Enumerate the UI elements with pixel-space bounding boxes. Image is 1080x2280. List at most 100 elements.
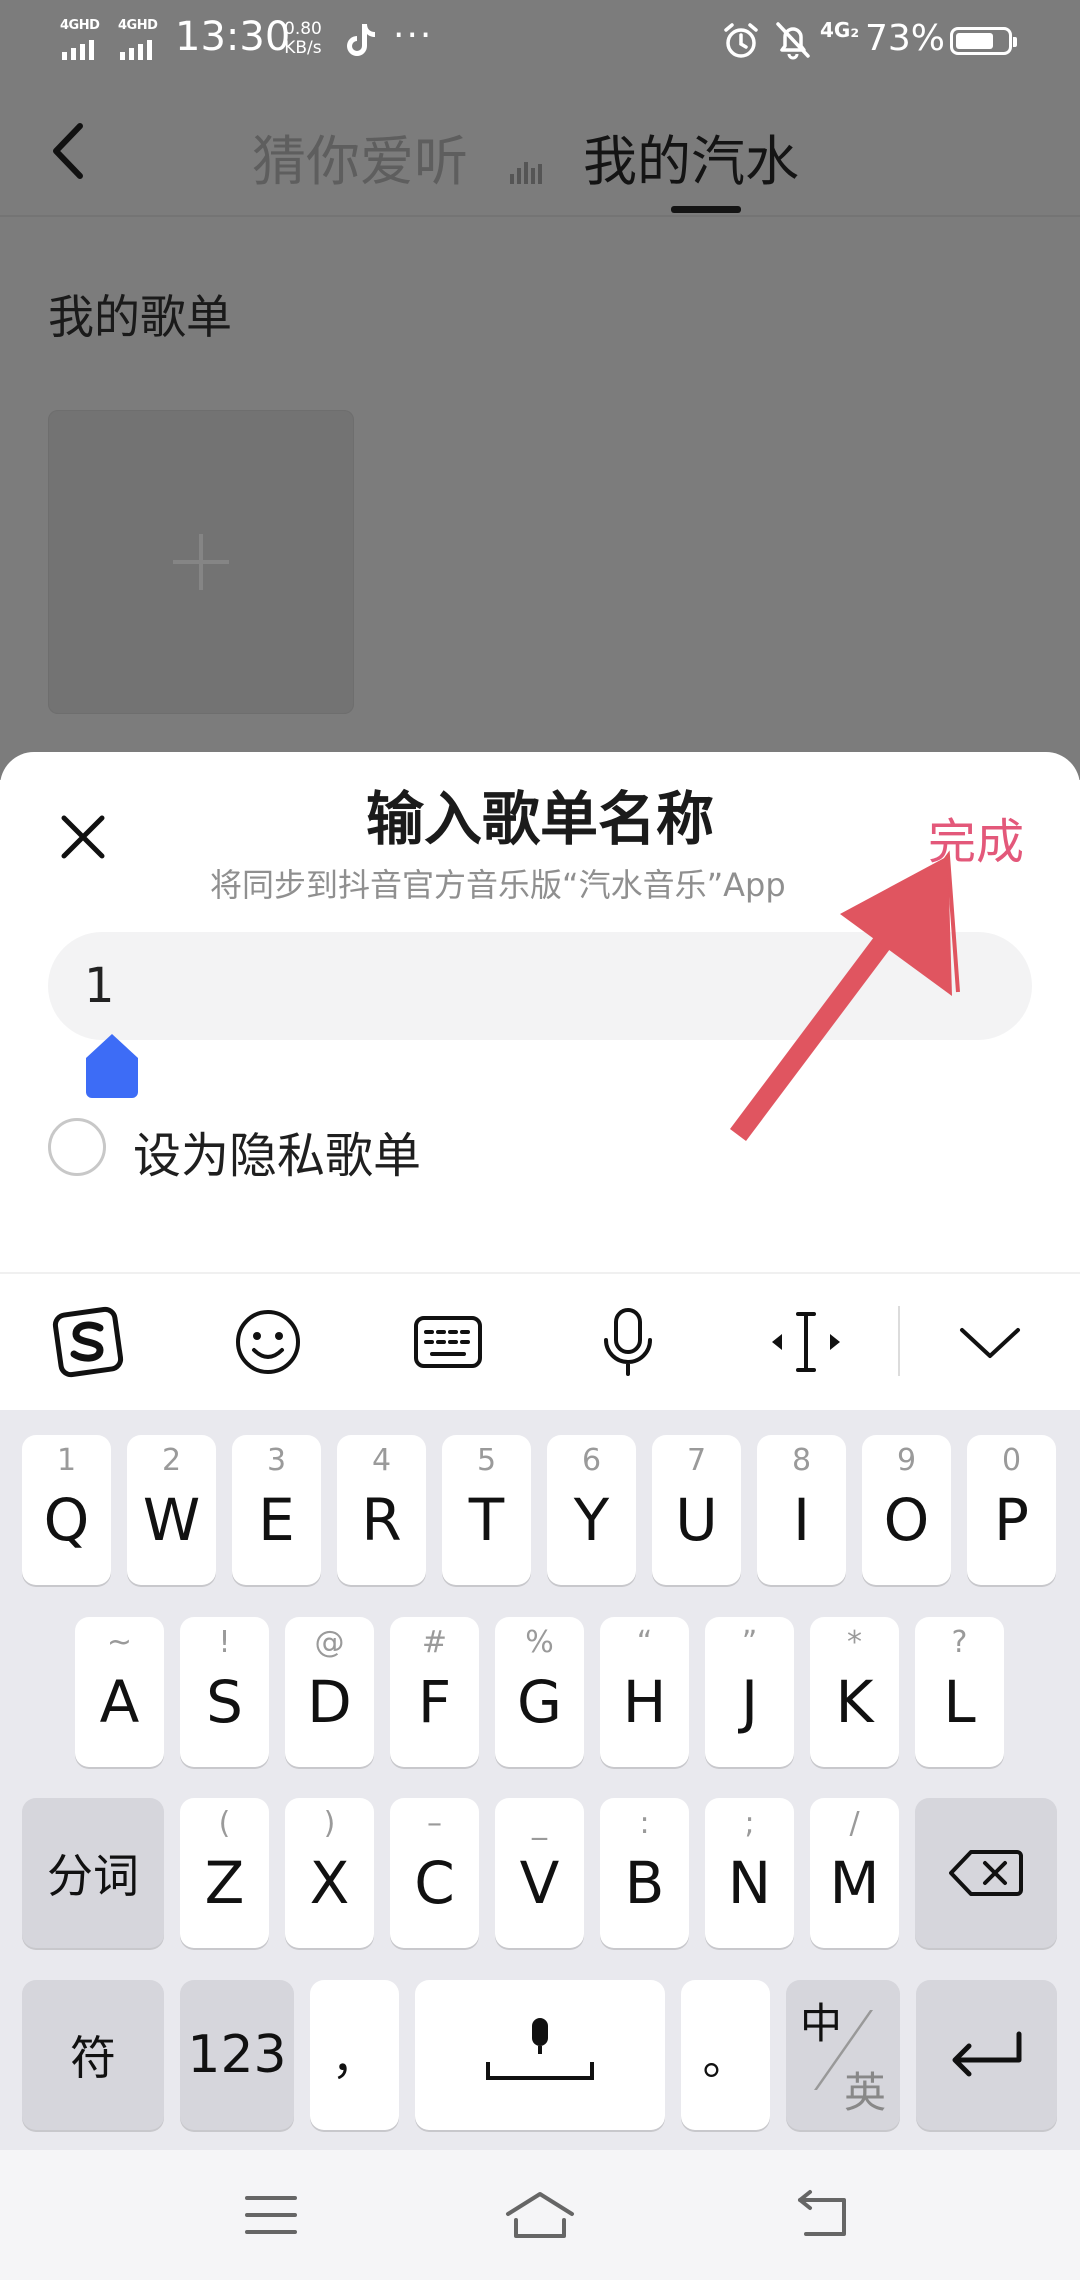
key-q[interactable]: 1Q xyxy=(22,1435,111,1585)
cursor-move-icon[interactable] xyxy=(768,1304,844,1380)
key-e[interactable]: 3E xyxy=(232,1435,321,1585)
tiktok-icon xyxy=(347,24,375,56)
header-divider xyxy=(0,215,1080,217)
key-label: 。 xyxy=(702,2031,749,2085)
key-hint: / xyxy=(849,1806,860,1841)
key-hint: : xyxy=(639,1806,650,1841)
key-hint: 0 xyxy=(1001,1443,1022,1478)
sim2-label: 4GHD xyxy=(118,18,158,33)
key-s[interactable]: ! S xyxy=(180,1617,269,1767)
key-d[interactable]: @ D xyxy=(285,1617,374,1767)
emoji-icon[interactable] xyxy=(230,1304,306,1380)
key-label: D xyxy=(307,1668,352,1736)
private-playlist-radio[interactable] xyxy=(48,1118,106,1176)
backspace-key[interactable] xyxy=(915,1798,1057,1948)
key-label: 符 xyxy=(70,2031,116,2085)
key-u[interactable]: 7U xyxy=(652,1435,741,1585)
key-label: 123 xyxy=(187,2025,287,2085)
back-button[interactable] xyxy=(40,116,100,186)
key-j[interactable]: ” J xyxy=(705,1617,794,1767)
key-label: J xyxy=(740,1668,759,1736)
microphone-icon[interactable] xyxy=(590,1304,666,1380)
status-bar: 4GHD 4GHD 13:30 0.80 KB/s ··· 4G₂ 73% xyxy=(0,0,1080,80)
comma-key[interactable]: ， xyxy=(310,1980,399,2130)
key-hint: 1 xyxy=(56,1443,77,1478)
split-word-key[interactable]: 分词 xyxy=(22,1798,164,1948)
clock: 13:30 xyxy=(175,14,291,60)
space-key[interactable] xyxy=(415,1980,665,2130)
key-label: P xyxy=(994,1486,1029,1554)
text-cursor-handle[interactable] xyxy=(84,1032,140,1100)
collapse-keyboard-chevron-down-icon[interactable] xyxy=(952,1304,1028,1380)
enter-key[interactable] xyxy=(916,1980,1057,2130)
key-hint: – xyxy=(427,1806,442,1841)
key-label: T xyxy=(468,1486,505,1554)
key-label: K xyxy=(835,1668,874,1736)
key-z[interactable]: (Z xyxy=(180,1798,269,1948)
key-k[interactable]: * K xyxy=(810,1617,899,1767)
page-header: 猜你爱听 我的汽水 xyxy=(0,80,1080,215)
enter-icon xyxy=(952,2031,1021,2077)
key-m[interactable]: / M xyxy=(810,1798,899,1948)
key-p[interactable]: 0P xyxy=(967,1435,1056,1585)
key-f[interactable]: # F xyxy=(390,1617,479,1767)
key-hint: ” xyxy=(741,1625,758,1660)
numbers-key[interactable]: 123 xyxy=(180,1980,294,2130)
key-hint: 2 xyxy=(161,1443,182,1478)
tab-my-soda[interactable]: 我的汽水 xyxy=(583,117,799,196)
key-hint: ! xyxy=(218,1625,231,1660)
key-g[interactable]: % G xyxy=(495,1617,584,1767)
key-label: A xyxy=(99,1668,140,1736)
key-l[interactable]: ? L xyxy=(915,1617,1004,1767)
key-o[interactable]: 9O xyxy=(862,1435,951,1585)
sogou-logo-icon[interactable] xyxy=(50,1304,126,1380)
key-v[interactable]: _ V xyxy=(495,1798,584,1948)
key-w[interactable]: 2W xyxy=(127,1435,216,1585)
playlist-name-value: 1 xyxy=(84,958,115,1014)
add-playlist-button[interactable] xyxy=(48,410,354,714)
key-label: U xyxy=(675,1486,718,1554)
key-n[interactable]: ; N xyxy=(705,1798,794,1948)
key-hint: ; xyxy=(744,1806,755,1841)
key-label: H xyxy=(622,1668,667,1736)
tab-guess-you-like[interactable]: 猜你爱听 xyxy=(252,117,468,196)
sim1-signal-icon: 4GHD xyxy=(60,18,108,60)
key-i[interactable]: 8I xyxy=(757,1435,846,1585)
key-c[interactable]: – C xyxy=(390,1798,479,1948)
back-nav-icon[interactable] xyxy=(792,2188,852,2242)
key-label: R xyxy=(361,1486,402,1554)
period-key[interactable]: 。 xyxy=(681,1980,770,2130)
key-h[interactable]: “H xyxy=(600,1617,689,1767)
keyboard-layout-icon[interactable] xyxy=(410,1304,486,1380)
key-a[interactable]: ~ A xyxy=(75,1617,164,1767)
key-y[interactable]: 6Y xyxy=(547,1435,636,1585)
lang-en-label: 英 xyxy=(843,2068,886,2117)
language-switch-key[interactable]: 中 英 xyxy=(786,1980,934,2130)
key-b[interactable]: :B xyxy=(600,1798,689,1948)
key-hint: @ xyxy=(314,1625,345,1660)
private-playlist-label[interactable]: 设为隐私歌单 xyxy=(133,1116,421,1186)
backspace-icon xyxy=(949,1850,1023,1896)
section-title: 我的歌单 xyxy=(48,290,232,344)
key-hint: * xyxy=(847,1625,862,1660)
home-icon[interactable] xyxy=(504,2188,576,2242)
key-hint: _ xyxy=(532,1806,547,1841)
key-x[interactable]: ) X xyxy=(285,1798,374,1948)
key-label: B xyxy=(624,1849,665,1917)
menu-icon[interactable] xyxy=(241,2188,301,2242)
key-hint: ) xyxy=(323,1806,336,1841)
key-hint: % xyxy=(525,1625,554,1660)
key-hint: # xyxy=(421,1625,448,1660)
key-label: M xyxy=(829,1849,880,1917)
key-r[interactable]: 4R xyxy=(337,1435,426,1585)
key-hint: 8 xyxy=(791,1443,812,1478)
key-t[interactable]: 5T xyxy=(442,1435,531,1585)
key-label: Z xyxy=(204,1849,245,1917)
symbols-key[interactable]: 符 xyxy=(22,1980,164,2130)
key-hint: 3 xyxy=(266,1443,287,1478)
key-label: S xyxy=(206,1668,243,1736)
key-label: O xyxy=(883,1486,930,1554)
space-microphone-icon xyxy=(486,2018,594,2080)
alarm-icon xyxy=(724,23,758,58)
plus-icon-vertical xyxy=(199,534,203,590)
